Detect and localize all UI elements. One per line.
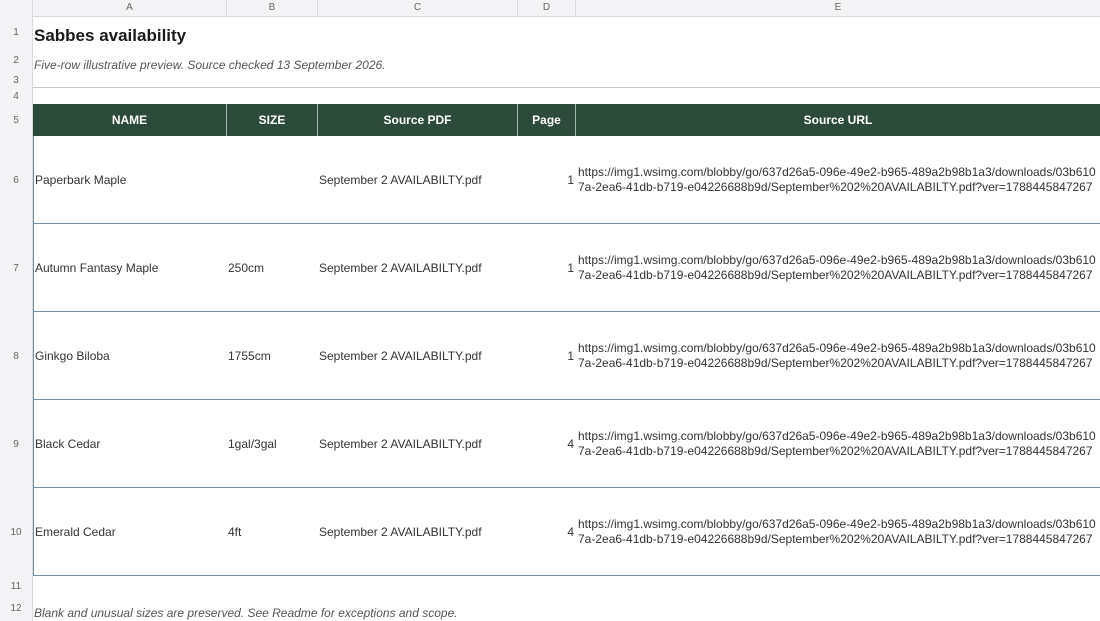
header-source-url[interactable]: Source URL <box>576 104 1100 136</box>
table-row: Autumn Fantasy Maple 250cm September 2 A… <box>34 224 1100 312</box>
row-number-1[interactable]: 1 <box>0 16 33 48</box>
cell-page[interactable]: 4 <box>518 400 576 487</box>
table-row: Emerald Cedar 4ft September 2 AVAILABILT… <box>34 488 1100 576</box>
row-number-11[interactable]: 11 <box>0 576 33 596</box>
table-row: Paperbark Maple September 2 AVAILABILTY.… <box>34 136 1100 224</box>
cell-source-pdf[interactable]: September 2 AVAILABILTY.pdf <box>318 488 518 575</box>
column-header-b[interactable]: B <box>227 0 318 16</box>
cell-page[interactable]: 1 <box>518 136 576 223</box>
cell-name[interactable]: Black Cedar <box>34 400 227 487</box>
cell-source-url[interactable]: https://img1.wsimg.com/blobby/go/637d26a… <box>576 312 1100 399</box>
footer-note[interactable]: Blank and unusual sizes are preserved. S… <box>34 606 458 620</box>
cell-name[interactable]: Ginkgo Biloba <box>34 312 227 399</box>
table-body: Paperbark Maple September 2 AVAILABILTY.… <box>33 136 1100 576</box>
header-source-pdf[interactable]: Source PDF <box>318 104 518 136</box>
header-size[interactable]: SIZE <box>227 104 318 136</box>
header-name[interactable]: NAME <box>33 104 227 136</box>
cell-source-url[interactable]: https://img1.wsimg.com/blobby/go/637d26a… <box>576 224 1100 311</box>
select-all-corner[interactable] <box>0 0 33 16</box>
cell-page[interactable]: 1 <box>518 224 576 311</box>
cell-source-pdf[interactable]: September 2 AVAILABILTY.pdf <box>318 400 518 487</box>
cell-size[interactable]: 250cm <box>227 224 318 311</box>
row-number-7[interactable]: 7 <box>0 224 33 312</box>
cell-page[interactable]: 1 <box>518 312 576 399</box>
cell-source-url[interactable]: https://img1.wsimg.com/blobby/go/637d26a… <box>576 136 1100 223</box>
row-number-2[interactable]: 2 <box>0 48 33 72</box>
cell-size[interactable]: 1gal/3gal <box>227 400 318 487</box>
sheet-subtitle[interactable]: Five-row illustrative preview. Source ch… <box>34 58 386 72</box>
row-number-12[interactable]: 12 <box>0 596 33 621</box>
column-header-d[interactable]: D <box>518 0 576 16</box>
divider <box>33 87 1100 88</box>
row-number-6[interactable]: 6 <box>0 136 33 224</box>
cell-source-pdf[interactable]: September 2 AVAILABILTY.pdf <box>318 136 518 223</box>
table-header-row: NAME SIZE Source PDF Page Source URL <box>33 104 1100 136</box>
row-number-8[interactable]: 8 <box>0 312 33 400</box>
spreadsheet: A B C D E 1 2 3 4 5 6 7 8 9 10 11 12 Sab… <box>0 0 1100 621</box>
column-header-a[interactable]: A <box>33 0 227 16</box>
cell-source-url[interactable]: https://img1.wsimg.com/blobby/go/637d26a… <box>576 488 1100 575</box>
table-row: Ginkgo Biloba 1755cm September 2 AVAILAB… <box>34 312 1100 400</box>
row-number-5[interactable]: 5 <box>0 104 33 136</box>
cell-source-pdf[interactable]: September 2 AVAILABILTY.pdf <box>318 312 518 399</box>
cell-name[interactable]: Autumn Fantasy Maple <box>34 224 227 311</box>
sheet-title[interactable]: Sabbes availability <box>34 26 186 46</box>
column-header-c[interactable]: C <box>318 0 518 16</box>
row-number-3[interactable]: 3 <box>0 72 33 88</box>
header-page[interactable]: Page <box>518 104 576 136</box>
cell-size[interactable]: 4ft <box>227 488 318 575</box>
column-header-bar: A B C D E <box>0 0 1100 17</box>
row-number-9[interactable]: 9 <box>0 400 33 488</box>
cell-name[interactable]: Paperbark Maple <box>34 136 227 223</box>
cell-name[interactable]: Emerald Cedar <box>34 488 227 575</box>
table-row: Black Cedar 1gal/3gal September 2 AVAILA… <box>34 400 1100 488</box>
cell-source-url[interactable]: https://img1.wsimg.com/blobby/go/637d26a… <box>576 400 1100 487</box>
cell-size[interactable] <box>227 136 318 223</box>
cell-size[interactable]: 1755cm <box>227 312 318 399</box>
cell-source-pdf[interactable]: September 2 AVAILABILTY.pdf <box>318 224 518 311</box>
cell-page[interactable]: 4 <box>518 488 576 575</box>
row-number-10[interactable]: 10 <box>0 488 33 576</box>
row-number-4[interactable]: 4 <box>0 88 33 104</box>
column-header-e[interactable]: E <box>576 0 1100 16</box>
